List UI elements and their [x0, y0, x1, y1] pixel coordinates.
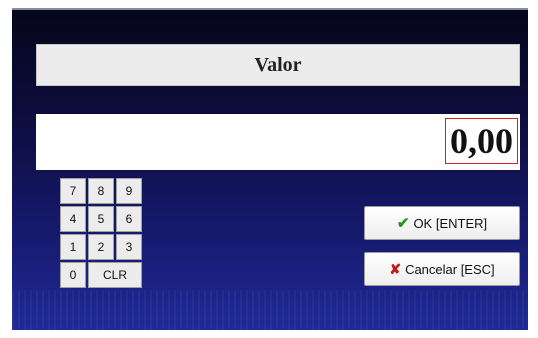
cancel-button[interactable]: ✘ Cancelar [ESC] — [364, 252, 520, 286]
key-0[interactable]: 0 — [60, 262, 86, 288]
value-dialog: Valor 0,00 7 8 9 4 5 6 1 2 3 0 CLR ✔ OK … — [12, 8, 528, 330]
key-5[interactable]: 5 — [88, 206, 114, 232]
amount-display[interactable]: 0,00 — [36, 114, 520, 170]
key-4[interactable]: 4 — [60, 206, 86, 232]
numeric-keypad: 7 8 9 4 5 6 1 2 3 0 CLR — [60, 178, 142, 288]
dialog-title: Valor — [36, 44, 520, 86]
key-8[interactable]: 8 — [88, 178, 114, 204]
ok-button-label: OK [ENTER] — [413, 215, 488, 231]
key-3[interactable]: 3 — [116, 234, 142, 260]
key-9[interactable]: 9 — [116, 178, 142, 204]
key-2[interactable]: 2 — [88, 234, 114, 260]
key-1[interactable]: 1 — [60, 234, 86, 260]
ok-button[interactable]: ✔ OK [ENTER] — [364, 206, 520, 240]
amount-value[interactable]: 0,00 — [445, 118, 518, 164]
key-6[interactable]: 6 — [116, 206, 142, 232]
check-icon: ✔ — [396, 215, 410, 232]
x-icon: ✘ — [389, 260, 402, 277]
cancel-button-label: Cancelar [ESC] — [405, 261, 495, 277]
clear-key[interactable]: CLR — [88, 262, 142, 288]
key-7[interactable]: 7 — [60, 178, 86, 204]
